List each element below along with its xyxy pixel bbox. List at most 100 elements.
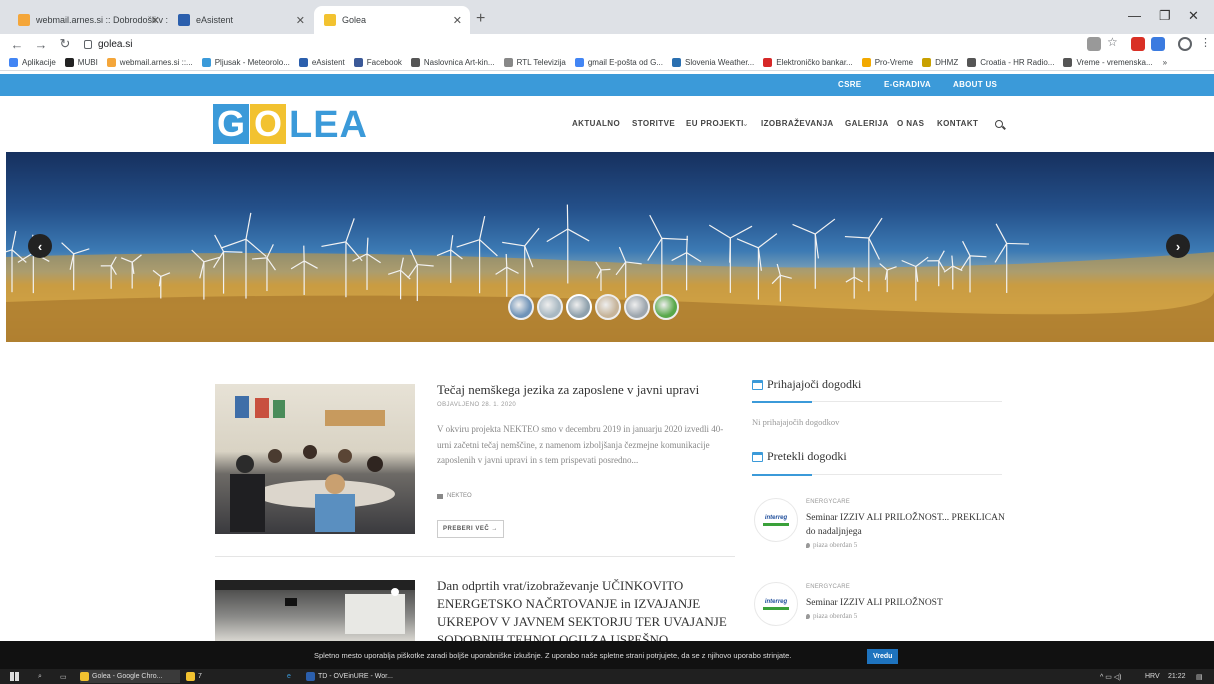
profile-icon[interactable] (1178, 37, 1192, 51)
search-icon[interactable]: ⌕ (38, 670, 42, 683)
task-view-icon[interactable]: ▭ (60, 670, 67, 683)
bookmark-item[interactable]: Croatia - HR Radio... (967, 57, 1054, 67)
bookmark-item[interactable]: eAsistent (298, 57, 345, 67)
slider-thumbnail[interactable] (508, 294, 534, 320)
window-close-icon[interactable]: ✕ (1188, 8, 1199, 24)
restore-icon[interactable]: ❐ (1159, 8, 1171, 24)
bookmark-favicon-icon (967, 57, 977, 67)
post-divider (215, 556, 735, 557)
slider-prev-button[interactable]: ‹ (28, 234, 52, 258)
forward-icon[interactable]: → (34, 37, 48, 52)
interreg-logo[interactable]: interreg (754, 582, 798, 626)
cookie-text: Spletno mesto uporablja piškotke zaradi … (314, 651, 792, 660)
logo-bar (763, 606, 789, 610)
translate-icon[interactable] (1087, 37, 1101, 51)
close-icon[interactable]: ✕ (296, 14, 305, 27)
bookmark-item[interactable]: Pro-Vreme (861, 57, 913, 67)
bookmark-item[interactable]: Naslovnica Art-kin... (410, 57, 495, 67)
bookmark-item[interactable]: gmail E-pošta od G... (574, 57, 663, 67)
top-link-about-us[interactable]: ABOUT US (953, 80, 997, 89)
back-icon[interactable]: ← (10, 37, 24, 52)
extension-icon[interactable] (1151, 37, 1165, 51)
site-top-strip: CSRE E-GRADIVA ABOUT US (0, 74, 1214, 96)
past-events-title: Pretekli dogodki (752, 449, 847, 464)
slider-thumbnail[interactable] (537, 294, 563, 320)
event-title[interactable]: Seminar IZZIV ALI PRILOŽNOST (806, 596, 1011, 610)
nav-eu-projekti[interactable]: EU PROJEKTI (686, 119, 744, 128)
cookie-accept-button[interactable]: Vredu (867, 649, 899, 664)
nav-izobrazevanja[interactable]: IZOBRAŽEVANJA (761, 119, 834, 128)
bookmark-label: webmail.arnes.si ::... (119, 57, 193, 67)
post-category[interactable]: NEKTEO (437, 493, 472, 499)
system-tray-icons[interactable]: ^ ▭ ◁) (1100, 670, 1122, 683)
bookmark-favicon-icon (106, 57, 116, 67)
taskbar-item-folder[interactable]: 7 (186, 670, 202, 683)
event-category[interactable]: ENERGYCARE (806, 499, 850, 505)
extension-icon[interactable] (1131, 37, 1145, 51)
bookmark-item[interactable]: RTL Televizija (503, 57, 566, 67)
taskbar-item-word[interactable]: TD - OVEinURE - Wor... (306, 670, 393, 683)
edge-icon[interactable]: e (287, 670, 291, 683)
browser-tab-easistent[interactable]: eAsistent ✕ (168, 6, 313, 34)
bookmark-item[interactable]: Elektroničko bankar... (763, 57, 853, 67)
bookmark-item[interactable]: Facebook (353, 57, 402, 67)
windows-start-icon[interactable] (10, 672, 19, 681)
slider-thumbnail[interactable] (624, 294, 650, 320)
nav-storitve[interactable]: STORITVE (632, 119, 675, 128)
slider-thumbnail[interactable] (595, 294, 621, 320)
browser-tab-golea[interactable]: Golea ✕ (314, 6, 470, 34)
close-icon[interactable]: ✕ (151, 14, 160, 27)
star-icon[interactable]: ☆ (1107, 35, 1121, 49)
post-image[interactable] (215, 384, 415, 534)
golea-logo[interactable]: G O LEA (213, 103, 368, 146)
bookmark-item[interactable]: MUBI (64, 57, 98, 67)
taskbar-item-chrome[interactable]: Golea - Google Chro... (80, 670, 180, 683)
url-field[interactable]: golea.si (84, 39, 132, 50)
nav-galerija[interactable]: GALERIJA (845, 119, 889, 128)
read-more-button[interactable]: PREBERI VEČ → (437, 520, 504, 538)
tab-label: webmail.arnes.si :: Dobrodošli v :: (36, 15, 168, 25)
bookmark-item[interactable]: Vreme - vremenska... (1063, 57, 1153, 67)
notifications-icon[interactable]: ▤ (1196, 670, 1203, 683)
bookmark-favicon-icon (298, 57, 308, 67)
slider-next-button[interactable]: › (1166, 234, 1190, 258)
slider-thumbnail[interactable] (653, 294, 679, 320)
search-icon[interactable] (995, 120, 1003, 128)
url-text: golea.si (98, 38, 133, 50)
close-icon[interactable]: ✕ (453, 14, 462, 27)
minimize-icon[interactable]: — (1128, 8, 1141, 23)
bookmark-item[interactable]: Aplikacije (9, 57, 56, 67)
webmail-favicon-icon (18, 14, 30, 26)
menu-kebab-icon[interactable]: ⋮ (1200, 36, 1214, 50)
event-category[interactable]: ENERGYCARE (806, 584, 850, 590)
bookmarks-bar: Aplikacije MUBI webmail.arnes.si ::... Plju… (0, 54, 1214, 71)
bookmark-item[interactable]: Slovenia Weather... (671, 57, 754, 67)
windows-taskbar: ⌕ ▭ Golea - Google Chro... 7 e TD - OVEi… (0, 669, 1214, 684)
interreg-logo[interactable]: interreg (754, 498, 798, 542)
clock[interactable]: 21:22 (1168, 670, 1186, 683)
post-photo (215, 580, 415, 634)
top-link-e-gradiva[interactable]: E-GRADIVA (884, 80, 931, 89)
bookmark-label: MUBI (77, 57, 98, 67)
event-title[interactable]: Seminar IZZIV ALI PRILOŽNOST... PREKLICA… (806, 511, 1011, 539)
bookmark-item[interactable]: webmail.arnes.si ::... (106, 57, 193, 67)
post-image[interactable] (215, 580, 415, 641)
bookmark-item[interactable]: DHMZ (922, 57, 958, 67)
slider-thumbnail[interactable] (566, 294, 592, 320)
chevron-down-icon[interactable]: ⌄ (742, 119, 749, 128)
bookmark-label: Elektroničko bankar... (776, 57, 853, 67)
nav-aktualno[interactable]: AKTUALNO (572, 119, 620, 128)
nav-kontakt[interactable]: KONTAKT (937, 119, 978, 128)
new-tab-button[interactable]: + (476, 10, 485, 28)
nav-o-nas[interactable]: O NAS (897, 119, 924, 128)
bookmarks-overflow-icon[interactable]: » (1163, 58, 1167, 67)
language-indicator[interactable]: HRV (1145, 670, 1160, 683)
post-title[interactable]: Tečaj nemškega jezika za zaposlene v jav… (437, 381, 737, 399)
event-location-text: piaza oberdan 5 (813, 612, 858, 620)
easistent-favicon-icon (178, 14, 190, 26)
reload-icon[interactable]: ↻ (58, 36, 72, 52)
bookmark-item[interactable]: Pljusak - Meteorolo... (201, 57, 290, 67)
top-link-csre[interactable]: CSRE (838, 80, 861, 89)
browser-tab-webmail[interactable]: webmail.arnes.si :: Dobrodošli v :: ✕ (8, 6, 168, 34)
bookmark-label: Pljusak - Meteorolo... (214, 57, 290, 67)
